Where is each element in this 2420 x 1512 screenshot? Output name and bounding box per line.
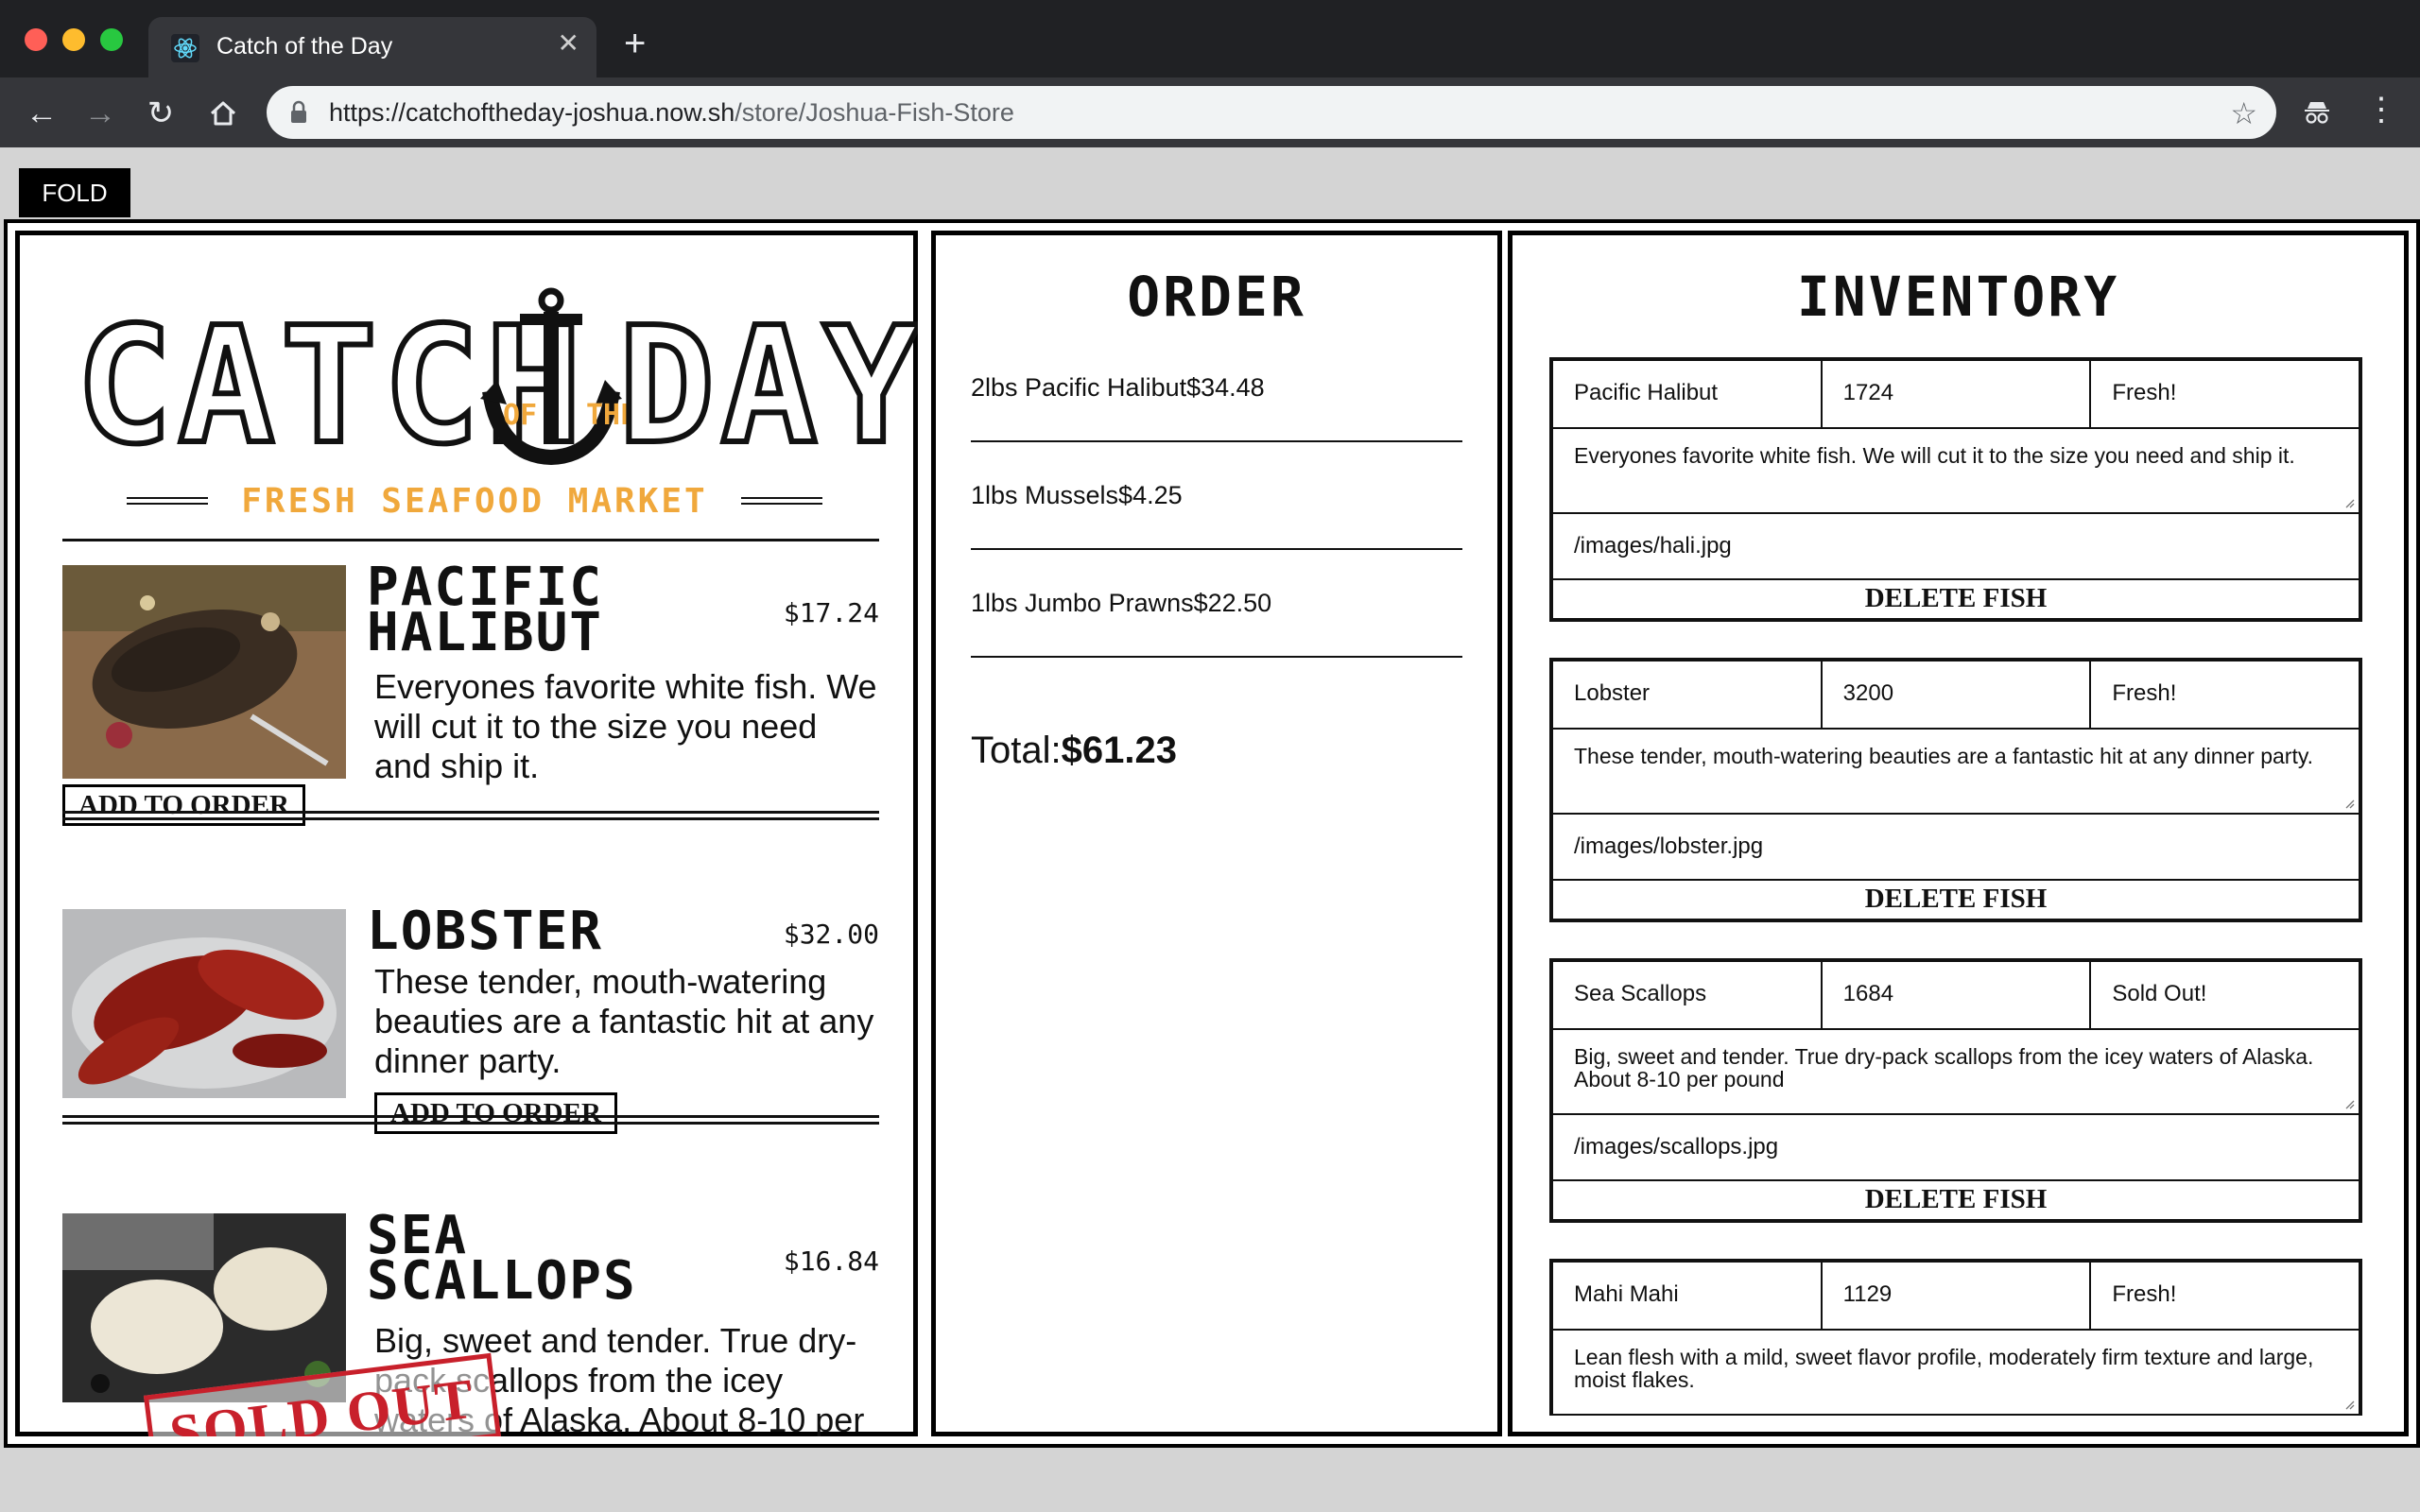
fish-name: LOBSTER: [367, 901, 604, 962]
tab-title: Catch of the Day: [216, 33, 393, 60]
menu-item-lobster: LOBSTER $32.00 These tender, mouth-water…: [62, 901, 879, 1136]
forward-arrow-icon[interactable]: →: [81, 94, 119, 132]
anchor-icon: [480, 287, 622, 466]
lobster-photo: [62, 909, 346, 1098]
fish-image-field[interactable]: /images/hali.jpg: [1553, 514, 2359, 580]
fish-name-field[interactable]: Sea Scallops: [1553, 962, 1823, 1028]
fish-name: PACIFIC HALIBUT: [367, 557, 604, 663]
header-divider: [62, 539, 879, 541]
fish-price-field[interactable]: 3200: [1823, 662, 2092, 728]
fish-name: SEA SCALLOPS: [367, 1205, 637, 1312]
new-tab-icon[interactable]: +: [624, 25, 646, 62]
page-content: FOLD CATCH OF THE DAY FRESH SEAFOOD MARK…: [0, 147, 2420, 1512]
add-to-order-button[interactable]: ADD TO ORDER: [374, 1092, 617, 1134]
fish-price-field[interactable]: 1724: [1823, 361, 2092, 427]
minimize-window-button[interactable]: [62, 28, 85, 51]
fish-name-field[interactable]: Mahi Mahi: [1553, 1263, 1823, 1329]
menu-panel: CATCH OF THE DAY FRESH SEAFOOD MARKET PA…: [15, 231, 918, 1436]
halibut-photo: [62, 565, 346, 779]
fish-status-select[interactable]: Fresh!: [2091, 361, 2359, 427]
order-panel: ORDER 2lbs Pacific Halibut$34.48 1lbs Mu…: [931, 231, 1502, 1436]
browser-titlebar: Catch of the Day ✕ +: [0, 0, 2420, 77]
textarea-resize-icon[interactable]: [2343, 497, 2355, 508]
fish-description-field[interactable]: These tender, mouth-watering beauties ar…: [1553, 730, 2359, 815]
delete-fish-button[interactable]: DELETE FISH: [1553, 1181, 2359, 1219]
fish-status-select[interactable]: Fresh!: [2091, 1263, 2359, 1329]
back-arrow-icon[interactable]: ←: [23, 94, 60, 132]
fold-button[interactable]: FOLD: [19, 168, 130, 217]
address-bar[interactable]: https://catchoftheday-joshua.now.sh/stor…: [267, 86, 2276, 139]
inventory-fish-form: Pacific Halibut 1724 Fresh! Everyones fa…: [1549, 357, 2362, 622]
order-item: 2lbs Pacific Halibut$34.48: [971, 335, 1462, 442]
fish-name-field[interactable]: Pacific Halibut: [1553, 361, 1823, 427]
browser-tab[interactable]: Catch of the Day ✕: [148, 17, 596, 77]
textarea-resize-icon[interactable]: [2343, 1098, 2355, 1109]
catch-of-the-day-logo: CATCH OF THE DAY FRESH SEAFOOD MARKET: [68, 287, 918, 521]
delete-fish-button[interactable]: DELETE FISH: [1553, 580, 2359, 618]
maximize-window-button[interactable]: [100, 28, 123, 51]
close-window-button[interactable]: [25, 28, 47, 51]
order-total: Total:$61.23: [971, 730, 1177, 772]
menu-item-sea-scallops: SEA SCALLOPS $16.84 Big, sweet and tende…: [62, 1205, 879, 1436]
inventory-fish-form: Sea Scallops 1684 Sold Out! Big, sweet a…: [1549, 958, 2362, 1223]
fish-price-field[interactable]: 1129: [1823, 1263, 2092, 1329]
inventory-title: INVENTORY: [1796, 265, 2120, 329]
order-total-value: $61.23: [1061, 730, 1177, 771]
item-divider: [62, 811, 879, 820]
logo-word-of: OF: [503, 399, 538, 432]
logo-word-day: DAY: [615, 293, 918, 480]
fish-description-field[interactable]: Big, sweet and tender. True dry-pack sca…: [1553, 1030, 2359, 1115]
fish-price: $32.00: [783, 919, 879, 950]
lock-icon: [291, 100, 306, 123]
fish-price: $16.84: [783, 1246, 879, 1277]
menu-item-pacific-halibut: PACIFIC HALIBUT $17.24 Everyones favorit…: [62, 557, 879, 826]
fish-image-field[interactable]: /images/scallops.jpg: [1553, 1115, 2359, 1181]
fish-name-field[interactable]: Lobster: [1553, 662, 1823, 728]
fish-status-select[interactable]: Fresh!: [2091, 662, 2359, 728]
reload-icon[interactable]: ↻: [142, 94, 180, 132]
fish-status-select[interactable]: Sold Out!: [2091, 962, 2359, 1028]
inventory-fish-form: Mahi Mahi 1129 Fresh! Lean flesh with a …: [1549, 1259, 2362, 1416]
fish-description: Everyones favorite white fish. We will c…: [374, 667, 877, 785]
incognito-extension-icon[interactable]: [2301, 96, 2333, 129]
inventory-fish-form: Lobster 3200 Fresh! These tender, mouth-…: [1549, 658, 2362, 922]
fish-description-field[interactable]: Everyones favorite white fish. We will c…: [1553, 429, 2359, 514]
catch-of-the-day-app: CATCH OF THE DAY FRESH SEAFOOD MARKET PA…: [4, 219, 2420, 1448]
fish-image-field[interactable]: /images/lobster.jpg: [1553, 815, 2359, 881]
bookmark-star-icon[interactable]: ☆: [2230, 95, 2257, 131]
order-item: 1lbs Mussels$4.25: [971, 442, 1462, 550]
url-text: https://catchoftheday-joshua.now.sh/stor…: [329, 98, 1014, 127]
browser-toolbar: ← → ↻ https://catchoftheday-joshua.now.s…: [0, 77, 2420, 147]
scallops-photo: [62, 1213, 346, 1402]
order-total-label: Total:: [971, 730, 1062, 771]
item-divider: [62, 1115, 879, 1125]
delete-fish-button[interactable]: DELETE FISH: [1553, 881, 2359, 919]
tagline-divider: [741, 497, 822, 505]
tab-close-icon[interactable]: ✕: [558, 30, 579, 57]
order-list: 2lbs Pacific Halibut$34.48 1lbs Mussels$…: [971, 335, 1462, 658]
order-item: 1lbs Jumbo Prawns$22.50: [971, 550, 1462, 658]
fish-price: $17.24: [783, 597, 879, 628]
browser-menu-icon[interactable]: ⋮: [2365, 91, 2397, 129]
fish-description: These tender, mouth-watering beauties ar…: [374, 962, 874, 1080]
textarea-resize-icon[interactable]: [2343, 798, 2355, 809]
order-title: ORDER: [1127, 265, 1306, 329]
fish-price-field[interactable]: 1684: [1823, 962, 2092, 1028]
react-favicon-icon: [171, 34, 199, 62]
inventory-panel: INVENTORY Pacific Halibut 1724 Fresh! Ev…: [1508, 231, 2409, 1436]
fish-description-field[interactable]: Lean flesh with a mild, sweet flavor pro…: [1553, 1331, 2359, 1416]
home-icon[interactable]: [204, 94, 242, 132]
textarea-resize-icon[interactable]: [2343, 1399, 2355, 1410]
